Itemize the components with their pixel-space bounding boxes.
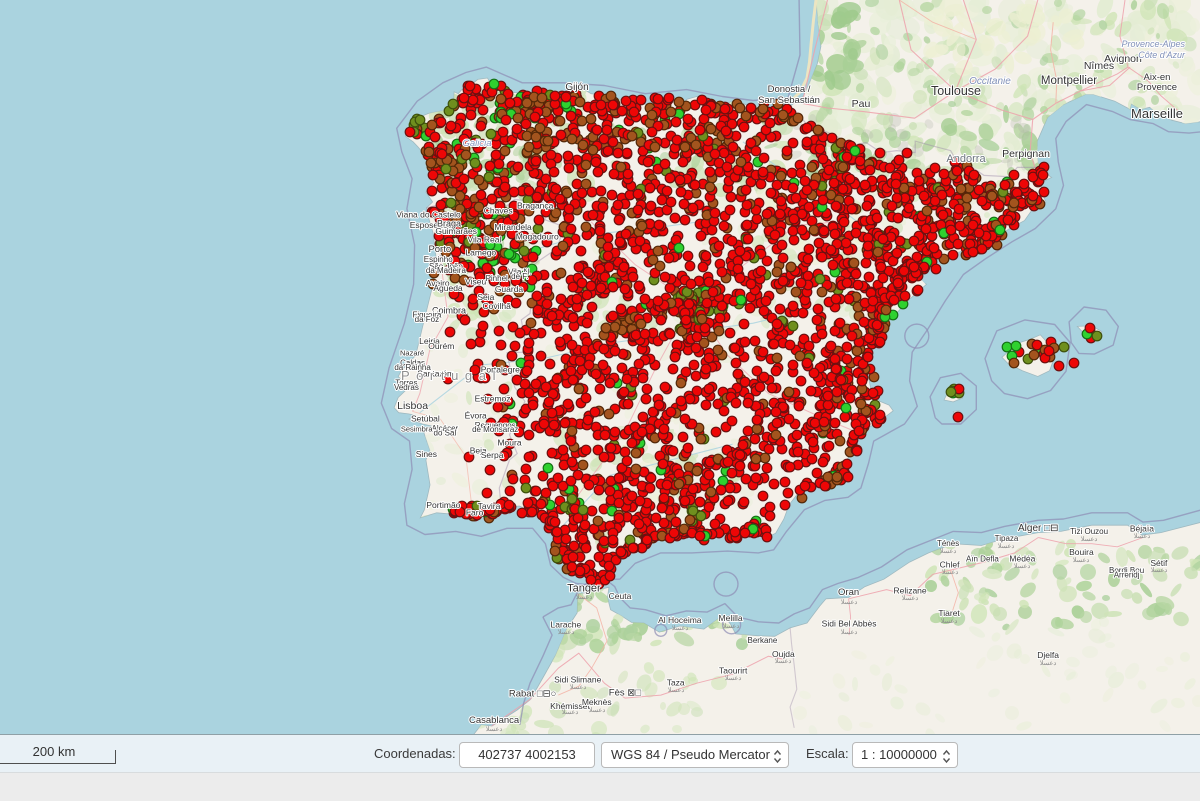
- svg-text:Gijón: Gijón: [565, 82, 588, 93]
- svg-text:Tavira: Tavira: [478, 501, 501, 511]
- svg-text:da Foz: da Foz: [415, 315, 439, 324]
- svg-text:دعسلا: دعسلا: [1134, 532, 1151, 540]
- svg-text:Nazaré: Nazaré: [400, 348, 424, 357]
- svg-text:Portimão: Portimão: [426, 500, 460, 510]
- svg-text:Arreridj: Arreridj: [1114, 570, 1140, 579]
- svg-text:da Madeira: da Madeira: [426, 266, 467, 275]
- svg-text:Mirandela: Mirandela: [494, 222, 532, 232]
- svg-text:دعسلا: دعسلا: [723, 622, 740, 630]
- svg-text:Viseu: Viseu: [465, 276, 486, 286]
- svg-text:دعسلا: دعسلا: [486, 725, 503, 733]
- svg-text:Ténès: Ténès: [937, 539, 959, 548]
- svg-text:Meknès: Meknès: [582, 697, 612, 707]
- svg-text:Relizane: Relizane: [894, 585, 927, 595]
- svg-text:Águeda: Águeda: [433, 283, 463, 293]
- svg-text:دعسلا: دعسلا: [998, 542, 1015, 550]
- svg-text:Galicia: Galicia: [462, 138, 491, 149]
- svg-text:Guarda: Guarda: [495, 284, 524, 294]
- svg-text:Vedras: Vedras: [394, 383, 419, 392]
- svg-text:San Sebastián: San Sebastián: [758, 95, 820, 106]
- svg-text:Rabat □⊟○: Rabat □⊟○: [509, 688, 556, 699]
- svg-text:Occitanie: Occitanie: [969, 76, 1011, 87]
- svg-text:Serpa: Serpa: [481, 450, 504, 460]
- svg-text:Provence-Alpes: Provence-Alpes: [1121, 39, 1185, 49]
- svg-text:do Sal: do Sal: [434, 428, 457, 437]
- svg-text:Pinhel: Pinhel: [486, 274, 508, 283]
- svg-text:Bouira: Bouira: [1069, 547, 1094, 557]
- svg-text:دعسلا: دعسلا: [1081, 535, 1098, 543]
- svg-text:Béjaïa: Béjaïa: [1130, 523, 1154, 533]
- svg-text:Avignon: Avignon: [1104, 53, 1142, 65]
- svg-text:Marseille: Marseille: [1131, 106, 1183, 121]
- svg-text:دعسلا: دعسلا: [940, 547, 957, 555]
- svg-text:Aïn Defla: Aïn Defla: [966, 555, 999, 564]
- svg-text:دعسلا: دعسلا: [1014, 562, 1031, 570]
- svg-text:Provence: Provence: [1137, 82, 1177, 93]
- svg-text:Ceuta: Ceuta: [609, 591, 632, 601]
- svg-text:دعسلا: دعسلا: [1040, 659, 1057, 667]
- svg-text:دعسلا: دعسلا: [668, 686, 685, 694]
- svg-text:دعسلا: دعسلا: [1151, 566, 1168, 574]
- svg-text:de Monsaraz: de Monsaraz: [472, 425, 518, 434]
- svg-text:دعسلا: دعسلا: [562, 708, 579, 716]
- svg-text:Tipaza: Tipaza: [995, 534, 1019, 543]
- svg-text:Lisboa: Lisboa: [397, 400, 428, 412]
- svg-text:دعسلا: دعسلا: [775, 657, 792, 665]
- svg-text:Andorra: Andorra: [946, 153, 986, 165]
- svg-text:Côte d'Azur: Côte d'Azur: [1138, 50, 1186, 60]
- svg-text:Évora: Évora: [465, 410, 487, 420]
- svg-text:Chaves: Chaves: [484, 205, 513, 215]
- svg-text:Porto: Porto: [428, 244, 451, 255]
- svg-text:Sines: Sines: [416, 449, 437, 459]
- svg-text:دعسلا: دعسلا: [672, 624, 689, 632]
- svg-text:Melilla: Melilla: [719, 613, 743, 623]
- svg-text:Perpignan: Perpignan: [1002, 148, 1050, 160]
- svg-text:Berkane: Berkane: [748, 636, 778, 645]
- svg-text:Ourém: Ourém: [428, 341, 454, 351]
- svg-text:Bragança: Bragança: [517, 201, 554, 211]
- svg-text:Al Hoceima: Al Hoceima: [658, 615, 702, 625]
- svg-text:Sidi Bel Abbès: Sidi Bel Abbès: [822, 619, 877, 629]
- svg-text:دعسلا: دعسلا: [1073, 556, 1090, 564]
- svg-text:دعسلا: دعسلا: [841, 628, 858, 636]
- svg-text:Oran: Oran: [838, 587, 859, 598]
- svg-text:Tizi Ouzou: Tizi Ouzou: [1070, 527, 1108, 536]
- svg-text:Tanger: Tanger: [567, 582, 601, 594]
- svg-text:Setúbal: Setúbal: [411, 414, 440, 424]
- svg-text:دعسلا: دعسلا: [725, 674, 742, 682]
- svg-text:Donostia /: Donostia /: [768, 84, 811, 95]
- svg-text:Djelfa: Djelfa: [1037, 650, 1059, 660]
- svg-text:Covilhã: Covilhã: [483, 301, 512, 311]
- svg-text:دعسلا: دعسلا: [941, 617, 958, 625]
- svg-text:Alger □⊟: Alger □⊟: [1018, 523, 1059, 534]
- svg-text:دعسلا: دعسلا: [570, 683, 587, 691]
- svg-text:دعسلا: دعسلا: [942, 568, 959, 576]
- svg-text:Sesimbra: Sesimbra: [401, 425, 434, 434]
- svg-text:Mogadouro: Mogadouro: [516, 232, 559, 242]
- svg-text:Vila Real: Vila Real: [467, 234, 501, 244]
- svg-text:Larache: Larache: [551, 619, 582, 629]
- svg-text:دعسلا: دعسلا: [589, 706, 606, 714]
- svg-text:Tiaret: Tiaret: [938, 608, 960, 618]
- svg-text:Casablanca: Casablanca: [469, 715, 520, 726]
- svg-text:Moura: Moura: [497, 438, 521, 448]
- svg-text:Estremoz: Estremoz: [475, 393, 511, 403]
- svg-text:Lamego: Lamego: [465, 248, 496, 258]
- svg-text:Fès ⊠□: Fès ⊠□: [609, 688, 641, 699]
- svg-text:Montpellier: Montpellier: [1041, 75, 1097, 87]
- svg-text:دعسلا: دعسلا: [558, 628, 575, 636]
- svg-text:de F.: de F.: [511, 272, 528, 281]
- svg-text:P o r t u g a l: P o r t u g a l: [401, 368, 497, 383]
- svg-text:دعسلا: دعسلا: [902, 594, 919, 602]
- svg-text:Médéa: Médéa: [1009, 554, 1035, 564]
- svg-text:Pau: Pau: [852, 98, 871, 110]
- svg-text:دعسلا: دعسلا: [841, 598, 858, 606]
- svg-text:دعسلا: دعسلا: [576, 593, 593, 601]
